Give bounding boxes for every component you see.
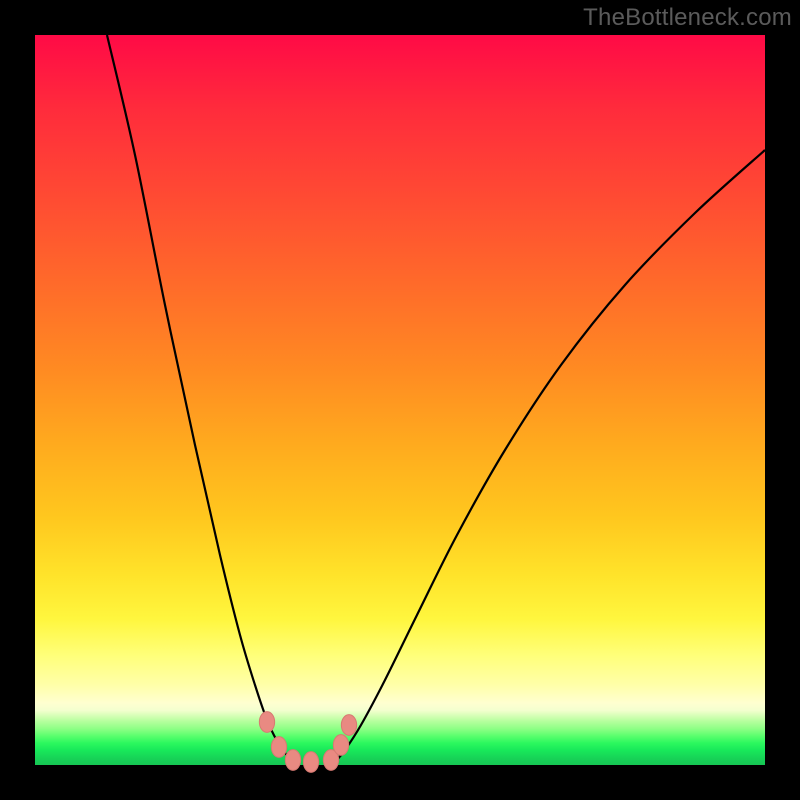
watermark-text: TheBottleneck.com: [583, 4, 792, 32]
marker-m1: [259, 712, 274, 733]
marker-m4: [303, 752, 318, 773]
marker-m7: [341, 715, 356, 736]
markers-group: [259, 712, 356, 773]
marker-m2: [271, 737, 286, 758]
left-curve: [107, 35, 297, 762]
right-curve: [335, 150, 765, 762]
plot-area: [35, 35, 765, 765]
marker-m6: [333, 735, 348, 756]
outer-frame: TheBottleneck.com: [0, 0, 800, 800]
curves-svg: [35, 35, 765, 765]
marker-m3: [285, 750, 300, 771]
